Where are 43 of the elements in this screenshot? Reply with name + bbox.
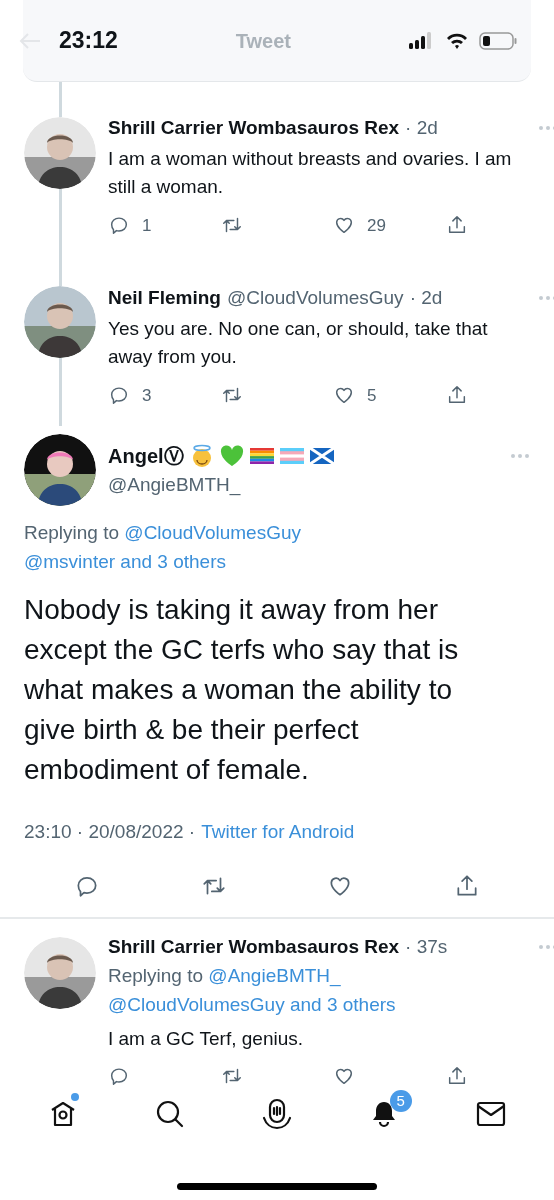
tweet-timestamp: 23:10 · 20/08/2022 · [24, 820, 196, 844]
tweet-time: · 2d [405, 116, 438, 140]
striped-flag-icon [279, 447, 304, 464]
microphone-icon [262, 1098, 292, 1130]
display-name: AngelⓋ [108, 443, 184, 469]
saltire-flag-icon [309, 447, 334, 464]
mention-link[interactable]: and 3 others [289, 994, 396, 1015]
rainbow-flag-icon [249, 447, 274, 464]
wifi-icon [445, 31, 469, 50]
mention-link[interactable]: and 3 others [120, 551, 226, 572]
reply-icon[interactable] [108, 384, 130, 407]
reply-count: 1 [142, 214, 152, 237]
like-count: 5 [367, 384, 377, 407]
tweet-text: I am a woman without breasts and ovaries. I am still a woman. [108, 146, 513, 199]
tweet-time: · 37s [405, 934, 448, 959]
like-count: 29 [367, 214, 386, 237]
user-handle: @AngieBMTH_ [108, 472, 242, 498]
mention-link[interactable]: @CloudVolumesGuy [124, 522, 301, 543]
tweet-text: Nobody is taking it away from her except the GC terfs who say that is what makes a woman the ability to give birth & be their perfect embodiment of female. [24, 593, 460, 787]
notification-badge: 5 [389, 1090, 412, 1112]
reply-icon[interactable] [108, 1065, 130, 1087]
search-icon [155, 1099, 186, 1129]
tweet-text: I am a GC Terf, genius. [108, 1027, 304, 1051]
mention-link[interactable]: @msvinter [24, 551, 116, 572]
mention-link[interactable]: @CloudVolumesGuy [108, 994, 285, 1015]
user-handle: @CloudVolumesGuy [226, 286, 404, 310]
notifications-tab[interactable]: 5 [353, 1089, 414, 1139]
replying-to-label: Replying to [24, 522, 120, 543]
heart-emoji-icon [219, 444, 244, 467]
reply-icon[interactable] [108, 214, 130, 237]
header-title: Tweet [235, 28, 292, 54]
tweet-time: · 2d [409, 286, 443, 310]
tweet-text: Yes you are. No one can, or should, take that away from you. [108, 316, 489, 369]
display-name: Neil Fleming [108, 286, 221, 310]
envelope-icon [475, 1101, 506, 1127]
display-name: Shrill Carrier Wombasauros Rex [108, 934, 400, 959]
source-link[interactable]: Twitter for Android [201, 818, 355, 847]
battery-icon [479, 31, 517, 50]
reply-count: 3 [142, 384, 152, 407]
display-name: Shrill Carrier Wombasauros Rex [108, 116, 400, 140]
mention-link[interactable]: @AngieBMTH_ [208, 965, 341, 986]
replying-to-label: Replying to [108, 965, 204, 986]
status-time: 23:12 [59, 26, 118, 56]
